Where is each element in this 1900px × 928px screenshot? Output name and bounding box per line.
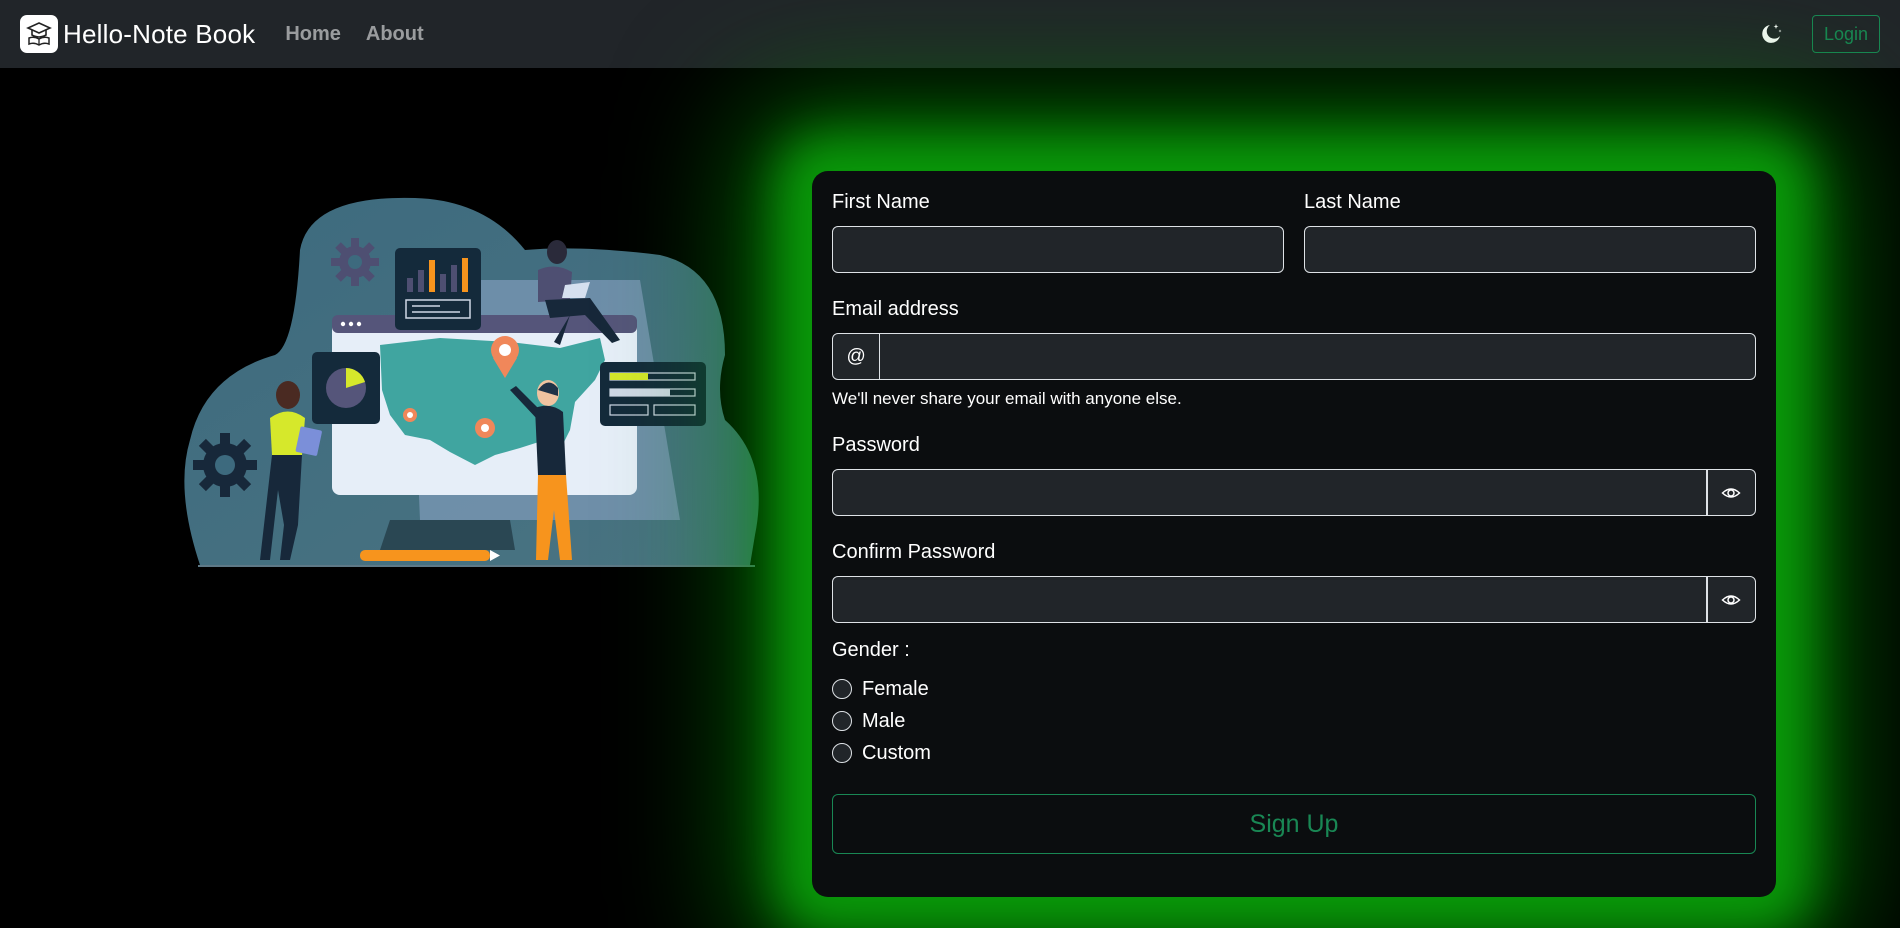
nav-links: Home About: [285, 23, 448, 46]
email-label: Email address: [832, 298, 959, 320]
login-button[interactable]: Login: [1811, 15, 1880, 53]
hero-illustration: [180, 190, 770, 575]
email-input-group: @: [832, 333, 1756, 380]
navbar: Hello-Note Book Home About Login: [0, 0, 1900, 68]
signup-card: First Name Last Name Email address @ We'…: [812, 171, 1776, 897]
gender-option-custom[interactable]: Custom: [832, 737, 1756, 769]
name-row: First Name Last Name: [832, 191, 1756, 273]
last-name-group: Last Name: [1304, 191, 1756, 273]
password-input[interactable]: [832, 469, 1707, 516]
nav-right: Login: [1756, 15, 1880, 53]
moon-stars-icon[interactable]: [1756, 19, 1786, 49]
first-name-label: First Name: [832, 191, 930, 213]
confirm-password-input[interactable]: [832, 576, 1707, 623]
gender-option-male[interactable]: Male: [832, 705, 1756, 737]
last-name-label: Last Name: [1304, 191, 1401, 213]
gender-section: Gender : Female Male Custom: [832, 639, 1756, 769]
confirm-password-input-group: [832, 576, 1756, 623]
eye-icon: [1721, 487, 1741, 498]
sign-up-button[interactable]: Sign Up: [832, 794, 1756, 854]
password-section: Password: [832, 434, 1756, 516]
email-section: Email address @ We'll never share your e…: [832, 298, 1756, 409]
confirm-password-label: Confirm Password: [832, 541, 996, 563]
radio-label-custom: Custom: [862, 741, 931, 764]
show-password-button[interactable]: [1706, 469, 1756, 516]
gender-label: Gender :: [832, 639, 910, 661]
eye-icon: [1721, 594, 1741, 605]
radio-custom[interactable]: [832, 743, 852, 763]
nav-link-home[interactable]: Home: [285, 23, 341, 46]
password-label: Password: [832, 434, 920, 456]
password-input-group: [832, 469, 1756, 516]
radio-male[interactable]: [832, 711, 852, 731]
email-input[interactable]: [880, 333, 1756, 380]
nav-link-about[interactable]: About: [366, 23, 424, 46]
brand-name: Hello-Note Book: [63, 18, 256, 49]
email-help-text: We'll never share your email with anyone…: [832, 389, 1182, 408]
gender-option-female[interactable]: Female: [832, 673, 1756, 705]
radio-female[interactable]: [832, 679, 852, 699]
first-name-group: First Name: [832, 191, 1284, 273]
first-name-input[interactable]: [832, 226, 1284, 273]
radio-label-male: Male: [862, 709, 906, 732]
last-name-input[interactable]: [1304, 226, 1756, 273]
brand-logo-icon: [20, 15, 58, 53]
show-confirm-password-button[interactable]: [1706, 576, 1756, 623]
radio-label-female: Female: [862, 677, 929, 700]
at-sign-addon: @: [832, 333, 881, 380]
confirm-password-section: Confirm Password: [832, 541, 1756, 623]
brand[interactable]: Hello-Note Book: [20, 15, 255, 53]
